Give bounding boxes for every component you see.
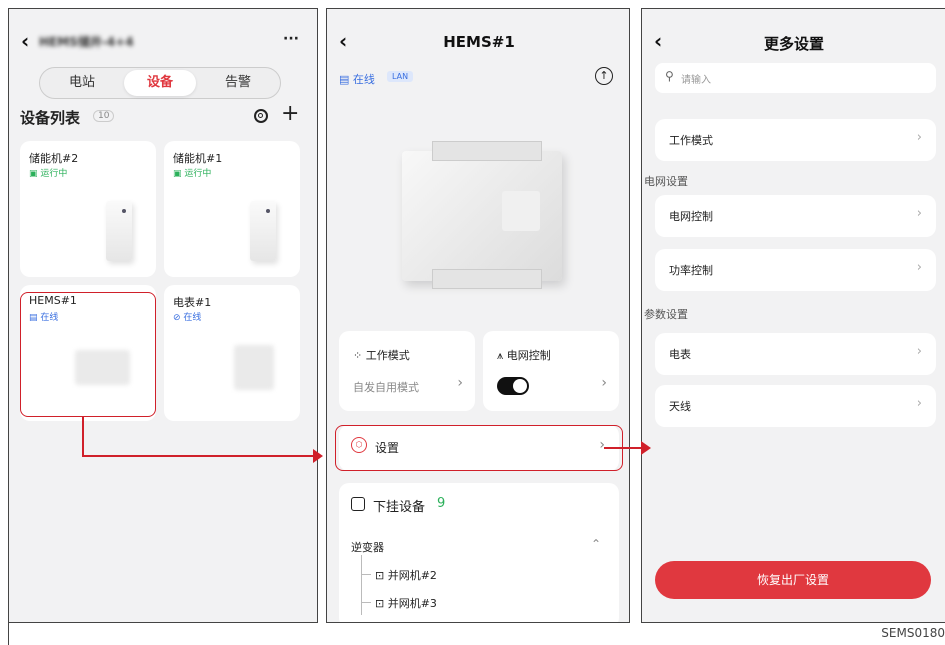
device-card-storage-2[interactable]: 储能机#2 ▣ 运行中	[20, 141, 156, 277]
online-status: ▤ 在线	[339, 73, 375, 86]
link-icon: ⊘	[173, 313, 181, 323]
setting-antenna[interactable]: 天线 ›	[655, 385, 936, 427]
chevron-right-icon: ›	[916, 260, 922, 275]
inverter-icon: ⊡	[375, 569, 385, 582]
back-icon[interactable]: ‹	[21, 29, 29, 53]
chevron-right-icon: ›	[916, 130, 922, 145]
setting-meter[interactable]: 电表 ›	[655, 333, 936, 375]
arrow-1-vertical	[82, 416, 84, 456]
inverter-item[interactable]: ⊡ 并网机#2	[375, 567, 437, 583]
device-count-badge: 10	[93, 110, 115, 122]
highlight-settings-row	[335, 425, 623, 471]
scan-icon[interactable]	[254, 109, 268, 123]
inverter-icon: ⊡	[375, 597, 385, 610]
tower-icon: ⩚	[497, 349, 504, 362]
device-status: ▣ 运行中	[29, 169, 68, 179]
grid-control-toggle[interactable]	[497, 377, 529, 395]
inverter-item[interactable]: ⊡ 并网机#3	[375, 595, 437, 611]
sub-devices-count: 9	[437, 496, 446, 511]
setting-power-control[interactable]: 功率控制 ›	[655, 249, 936, 291]
grid-control-card[interactable]: ⩚ 电网控制 ›	[483, 331, 619, 411]
sub-devices-card: 下挂设备 9 逆变器 ⌃ ⊡ 并网机#2 ⊡ 并网机#3	[339, 483, 619, 622]
tab-station[interactable]: 电站	[46, 70, 118, 96]
search-input[interactable]: ⚲ 请输入	[655, 63, 936, 93]
page-title: HEMS#1	[443, 33, 515, 51]
page-title: 更多设置	[763, 35, 824, 53]
tree-branch	[361, 574, 371, 575]
grid-control-label: ⩚ 电网控制	[497, 349, 551, 362]
chevron-right-icon: ›	[601, 375, 607, 391]
setting-label: 电网控制	[669, 210, 713, 223]
chevron-right-icon: ›	[457, 375, 463, 391]
setting-label: 电表	[669, 348, 691, 361]
station-title: HEMS储井-4+4	[39, 35, 134, 49]
figure-code: SEMS0180	[881, 626, 945, 640]
chevron-up-icon[interactable]: ⌃	[591, 537, 601, 551]
running-icon: ▣	[29, 169, 38, 179]
highlight-hems-card	[20, 292, 156, 417]
sub-devices-label: 下挂设备	[373, 500, 426, 515]
setting-label: 天线	[669, 400, 691, 413]
device-list-title: 设备列表	[20, 109, 81, 127]
tree-line	[361, 555, 362, 615]
add-device-icon[interactable]: +	[281, 101, 299, 126]
arrow-2-head	[641, 441, 651, 455]
battery-image	[106, 201, 132, 261]
device-name: 储能机#1	[173, 152, 223, 165]
device-card-storage-1[interactable]: 储能机#1 ▣ 运行中	[164, 141, 300, 277]
device-status: ⊘ 在线	[173, 313, 202, 323]
work-mode-value: 自发自用模式	[353, 381, 419, 394]
section-grid-settings: 电网设置	[644, 175, 688, 188]
segment-tabs: 电站 设备 告警	[39, 67, 281, 99]
search-placeholder: 请输入	[681, 75, 711, 86]
tree-branch	[361, 602, 371, 603]
setting-label: 功率控制	[669, 264, 713, 277]
more-settings-screen: ‹ 更多设置 ⚲ 请输入 工作模式 › 电网设置 电网控制 › 功率控制 › 参…	[641, 8, 945, 623]
upgrade-icon[interactable]: ↑	[595, 67, 613, 85]
work-mode-card[interactable]: ⁘ 工作模式 自发自用模式 ›	[339, 331, 475, 411]
device-name: 电表#1	[173, 296, 212, 309]
factory-reset-button[interactable]: 恢复出厂设置	[655, 561, 931, 599]
tab-alarms[interactable]: 告警	[202, 70, 274, 96]
work-mode-label: ⁘ 工作模式	[353, 349, 410, 362]
hems-device-image	[402, 141, 562, 291]
more-icon[interactable]: ···	[283, 31, 299, 47]
arrow-1-head	[313, 449, 323, 463]
grid-icon: ⁘	[353, 349, 363, 362]
setting-grid-control[interactable]: 电网控制 ›	[655, 195, 936, 237]
section-param-settings: 参数设置	[644, 308, 688, 321]
device-card-meter-1[interactable]: 电表#1 ⊘ 在线	[164, 285, 300, 421]
chevron-right-icon: ›	[916, 396, 922, 411]
lan-badge: LAN	[387, 71, 414, 82]
sub-device-icon	[351, 497, 365, 511]
setting-work-mode[interactable]: 工作模式 ›	[655, 119, 936, 161]
online-icon: ▤	[339, 73, 350, 86]
search-icon: ⚲	[665, 69, 674, 83]
chevron-right-icon: ›	[916, 344, 922, 359]
device-name: 储能机#2	[29, 152, 79, 165]
arrow-1-horizontal	[82, 455, 314, 457]
tab-devices[interactable]: 设备	[124, 70, 196, 96]
setting-label: 工作模式	[669, 134, 713, 147]
chevron-right-icon: ›	[916, 206, 922, 221]
battery-image	[250, 201, 276, 261]
arrow-2-horizontal	[604, 447, 642, 449]
device-list-screen: ‹ HEMS储井-4+4 ··· 电站 设备 告警 设备列表 10 + 储能机#…	[8, 8, 318, 623]
running-icon: ▣	[173, 169, 182, 179]
hems-detail-screen: ‹ HEMS#1 ▤ 在线 LAN ↑ ⁘ 工作模式 自发自用模式 › ⩚ 电网…	[326, 8, 630, 623]
device-status: ▣ 运行中	[173, 169, 212, 179]
frame-edge	[8, 623, 9, 645]
meter-image	[234, 345, 274, 390]
inverter-group-label[interactable]: 逆变器	[351, 539, 384, 555]
